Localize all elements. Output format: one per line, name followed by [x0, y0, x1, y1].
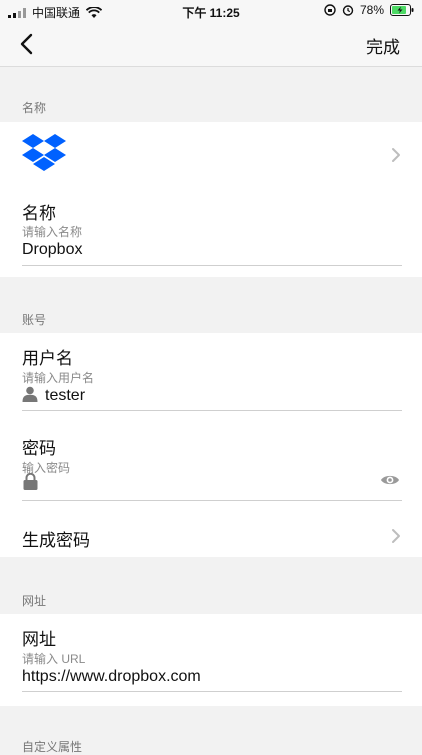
password-underline: [22, 500, 402, 501]
dropbox-icon[interactable]: [22, 132, 66, 176]
name-underline: [22, 265, 402, 266]
user-icon: [22, 386, 38, 402]
lock-icon: [23, 473, 38, 490]
password-input[interactable]: [45, 474, 365, 496]
url-card: 网址 请输入 URL https://www.dropbox.com: [0, 614, 422, 706]
generate-password-row[interactable]: 生成密码: [0, 514, 422, 556]
name-input[interactable]: Dropbox: [22, 241, 392, 263]
password-field-title: 密码: [22, 439, 56, 458]
orientation-lock-icon: [324, 4, 336, 16]
url-input[interactable]: https://www.dropbox.com: [22, 668, 392, 690]
nav-bar: 完成: [0, 22, 422, 67]
battery-percent: 78%: [359, 3, 384, 17]
name-field-title: 名称: [22, 204, 56, 223]
username-underline: [22, 410, 402, 411]
username-field-hint: 请输入用户名: [22, 371, 95, 385]
url-field-title: 网址: [22, 630, 56, 649]
eye-icon[interactable]: [380, 473, 400, 487]
back-button[interactable]: [12, 30, 40, 58]
chevron-right-icon[interactable]: [390, 146, 402, 164]
chevron-left-icon: [20, 33, 33, 55]
status-bar: 中国联通 下午 11:25 78%: [0, 0, 422, 22]
username-field-title: 用户名: [22, 349, 73, 368]
status-right: 78%: [324, 3, 414, 17]
section-header-custom: 自定义属性: [22, 740, 83, 754]
url-underline: [22, 691, 402, 692]
alarm-icon: [342, 5, 354, 16]
name-field-hint: 请输入名称: [22, 225, 83, 239]
username-input[interactable]: tester: [45, 387, 385, 409]
section-header-url: 网址: [22, 594, 47, 608]
battery-charging-icon: [390, 4, 414, 16]
done-button[interactable]: 完成: [366, 33, 400, 58]
name-card: 名称 请输入名称 Dropbox: [0, 122, 422, 277]
account-card: 用户名 请输入用户名 tester 密码 输入密码 生成密码: [0, 333, 422, 557]
chevron-right-icon: [392, 529, 400, 543]
generate-password-label: 生成密码: [22, 531, 90, 550]
section-header-account: 账号: [22, 313, 47, 327]
section-header-name: 名称: [22, 101, 47, 115]
url-field-hint: 请输入 URL: [22, 652, 86, 666]
